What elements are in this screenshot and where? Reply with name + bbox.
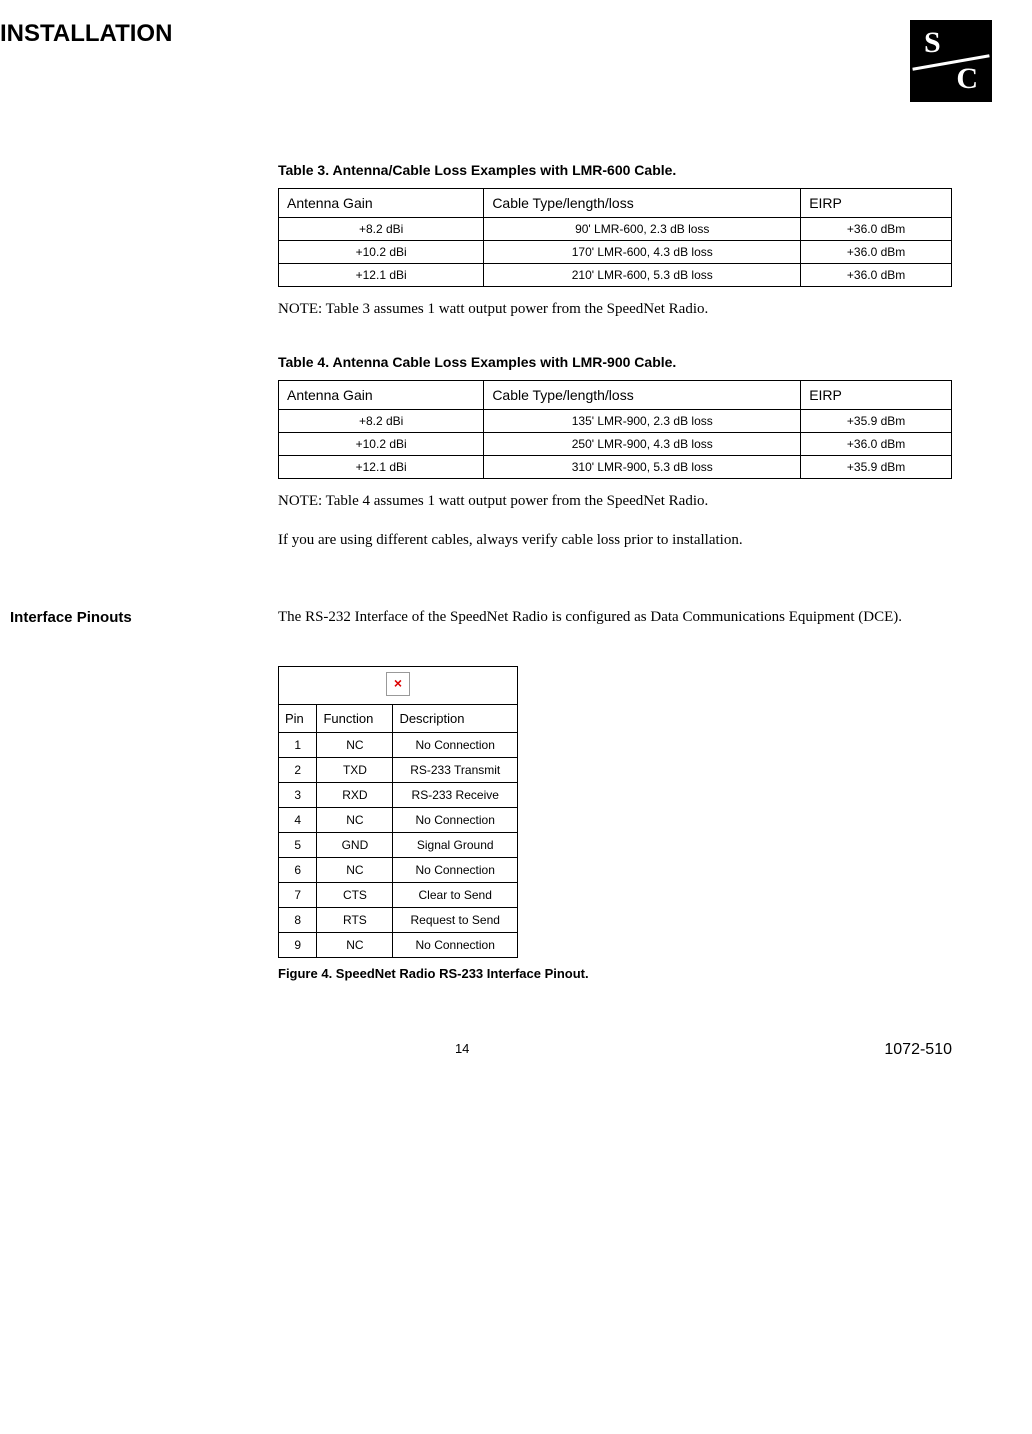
cell: +36.0 dBm — [801, 241, 952, 264]
cell: +8.2 dBi — [279, 218, 484, 241]
cell: 2 — [279, 758, 317, 783]
cell: No Connection — [393, 808, 518, 833]
cell: No Connection — [393, 733, 518, 758]
table3: Antenna Gain Cable Type/length/loss EIRP… — [278, 188, 952, 287]
col-header: Cable Type/length/loss — [484, 189, 801, 218]
cell: NC — [317, 733, 393, 758]
cell: Signal Ground — [393, 833, 518, 858]
page-title: INSTALLATION — [0, 20, 172, 48]
figure4-caption: Figure 4. SpeedNet Radio RS-233 Interfac… — [278, 966, 952, 981]
cell: +35.9 dBm — [801, 410, 952, 433]
cell: +36.0 dBm — [801, 218, 952, 241]
col-header: Antenna Gain — [279, 381, 484, 410]
cell: RXD — [317, 783, 393, 808]
cell: +10.2 dBi — [279, 241, 484, 264]
table4-caption: Table 4. Antenna Cable Loss Examples wit… — [278, 354, 952, 370]
table3-note: NOTE: Table 3 assumes 1 watt output powe… — [278, 301, 952, 318]
cell: +12.1 dBi — [279, 456, 484, 479]
cell: 310' LMR-900, 5.3 dB loss — [484, 456, 801, 479]
table3-caption: Table 3. Antenna/Cable Loss Examples wit… — [278, 162, 952, 178]
cell: 8 — [279, 908, 317, 933]
cell: NC — [317, 858, 393, 883]
table-header-row: Antenna Gain Cable Type/length/loss EIRP — [279, 381, 952, 410]
cell: 7 — [279, 883, 317, 908]
broken-image-icon — [386, 672, 410, 696]
table4: Antenna Gain Cable Type/length/loss EIRP… — [278, 380, 952, 479]
table-header-row: Antenna Gain Cable Type/length/loss EIRP — [279, 189, 952, 218]
cell: +8.2 dBi — [279, 410, 484, 433]
table-row — [279, 667, 518, 705]
table-row: +12.1 dBi 210' LMR-600, 5.3 dB loss +36.… — [279, 264, 952, 287]
cell: 250' LMR-900, 4.3 dB loss — [484, 433, 801, 456]
table-row: +10.2 dBi 170' LMR-600, 4.3 dB loss +36.… — [279, 241, 952, 264]
col-header: Pin — [279, 705, 317, 733]
table-row: 7 CTS Clear to Send — [279, 883, 518, 908]
cell: TXD — [317, 758, 393, 783]
col-header: Function — [317, 705, 393, 733]
document-number: 1072-510 — [884, 1041, 952, 1059]
pinouts-intro: The RS-232 Interface of the SpeedNet Rad… — [278, 609, 952, 626]
cell: RS-233 Receive — [393, 783, 518, 808]
table4-note: NOTE: Table 4 assumes 1 watt output powe… — [278, 493, 952, 510]
table-header-row: Pin Function Description — [279, 705, 518, 733]
cell: 1 — [279, 733, 317, 758]
cell: CTS — [317, 883, 393, 908]
cell: Request to Send — [393, 908, 518, 933]
table-row: 4 NC No Connection — [279, 808, 518, 833]
table-row: +10.2 dBi 250' LMR-900, 4.3 dB loss +36.… — [279, 433, 952, 456]
cell: Clear to Send — [393, 883, 518, 908]
cell: RTS — [317, 908, 393, 933]
col-header: EIRP — [801, 189, 952, 218]
pinout-table: Pin Function Description 1 NC No Connect… — [278, 666, 518, 958]
cell: No Connection — [393, 933, 518, 958]
page-header: INSTALLATION S C — [0, 20, 992, 102]
cell: +10.2 dBi — [279, 433, 484, 456]
cell: 5 — [279, 833, 317, 858]
table-row: 6 NC No Connection — [279, 858, 518, 883]
broken-image-cell — [279, 667, 518, 705]
table-row: 5 GND Signal Ground — [279, 833, 518, 858]
cell: 6 — [279, 858, 317, 883]
page-footer: 14 1072-510 — [0, 1041, 992, 1079]
cell: +12.1 dBi — [279, 264, 484, 287]
table-row: +12.1 dBi 310' LMR-900, 5.3 dB loss +35.… — [279, 456, 952, 479]
col-header: Antenna Gain — [279, 189, 484, 218]
table-row: 8 RTS Request to Send — [279, 908, 518, 933]
table4-body: If you are using different cables, alway… — [278, 532, 952, 549]
table-row: 1 NC No Connection — [279, 733, 518, 758]
table-row: 3 RXD RS-233 Receive — [279, 783, 518, 808]
cell: +36.0 dBm — [801, 433, 952, 456]
cell: 135' LMR-900, 2.3 dB loss — [484, 410, 801, 433]
table-row: 2 TXD RS-233 Transmit — [279, 758, 518, 783]
cell: +36.0 dBm — [801, 264, 952, 287]
cell: NC — [317, 933, 393, 958]
cell: GND — [317, 833, 393, 858]
cell: 210' LMR-600, 5.3 dB loss — [484, 264, 801, 287]
cell: 3 — [279, 783, 317, 808]
cell: 170' LMR-600, 4.3 dB loss — [484, 241, 801, 264]
cell: No Connection — [393, 858, 518, 883]
cell: RS-233 Transmit — [393, 758, 518, 783]
cell: +35.9 dBm — [801, 456, 952, 479]
cell: 9 — [279, 933, 317, 958]
cell: NC — [317, 808, 393, 833]
cell: 4 — [279, 808, 317, 833]
col-header: EIRP — [801, 381, 952, 410]
company-logo: S C — [910, 20, 992, 102]
table-row: 9 NC No Connection — [279, 933, 518, 958]
col-header: Cable Type/length/loss — [484, 381, 801, 410]
page-number: 14 — [40, 1041, 884, 1059]
col-header: Description — [393, 705, 518, 733]
table-row: +8.2 dBi 135' LMR-900, 2.3 dB loss +35.9… — [279, 410, 952, 433]
table-row: +8.2 dBi 90' LMR-600, 2.3 dB loss +36.0 … — [279, 218, 952, 241]
cell: 90' LMR-600, 2.3 dB loss — [484, 218, 801, 241]
section-label-interface-pinouts: Interface Pinouts — [10, 609, 132, 626]
